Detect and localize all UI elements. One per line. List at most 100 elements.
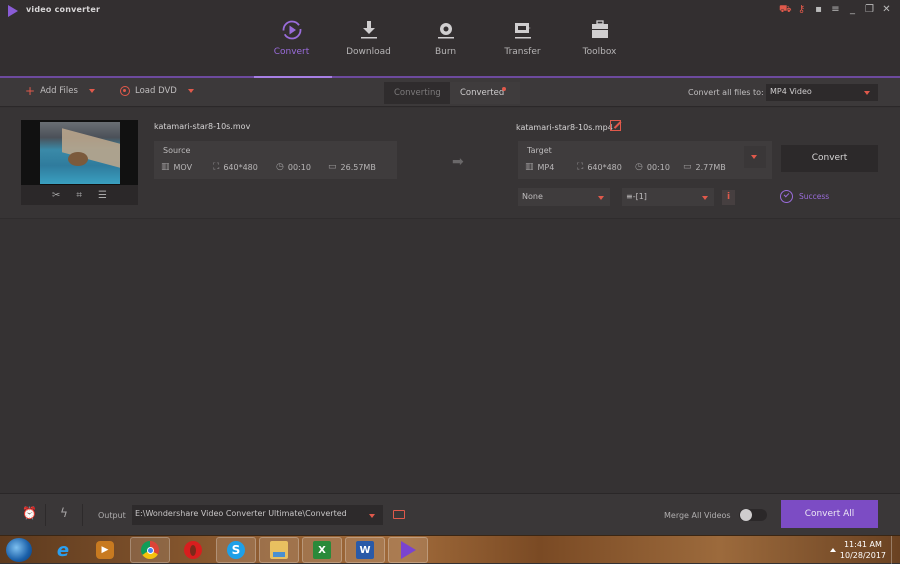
close-icon[interactable]: ✕	[881, 4, 892, 15]
clock-icon: ◷	[635, 162, 643, 172]
file-item: ✂ ⌗ ☰ katamari-star8-10s.mov Source ▥ MOV…	[0, 108, 900, 219]
audio-track-select[interactable]: ≡-[1]	[622, 188, 714, 206]
tab-transfer[interactable]: Transfer	[484, 18, 561, 57]
chevron-down-icon	[598, 196, 604, 200]
add-files-label: Add Files	[40, 86, 78, 96]
output-path-value: E:\Wondershare Video Converter Ultimate\…	[135, 509, 347, 518]
minimize-icon[interactable]: _	[847, 4, 858, 15]
burn-icon	[437, 23, 454, 39]
app-window: video converter ⛟ ⚷ ▪ ≡ _ ❐ ✕ Convert Do…	[0, 0, 900, 535]
title-bar: video converter ⛟ ⚷ ▪ ≡ _ ❐ ✕ Convert Do…	[0, 0, 900, 78]
tab-converted-label: Converted	[460, 88, 505, 98]
excel-icon[interactable]: X	[302, 537, 342, 563]
app-title: video converter	[26, 5, 101, 14]
chrome-icon[interactable]	[130, 537, 170, 563]
start-button[interactable]	[6, 538, 32, 562]
source-header: Source	[163, 146, 191, 155]
target-resolution: 640*480	[587, 162, 622, 172]
chevron-down-icon	[702, 196, 708, 200]
merge-toggle[interactable]	[739, 509, 767, 521]
target-duration: 00:10	[646, 162, 670, 172]
chevron-down-icon	[864, 91, 870, 95]
restore-icon[interactable]: ❐	[864, 4, 875, 15]
video-thumbnail[interactable]	[21, 120, 138, 185]
target-info-box[interactable]: Target ▥ MP4 ⛶ 640*480 ◷ 00:10 ▭ 2.77MB	[518, 141, 772, 179]
menu-icon[interactable]: ≡	[830, 4, 841, 15]
target-format: MP4	[537, 162, 555, 172]
output-path-select[interactable]: E:\Wondershare Video Converter Ultimate\…	[132, 505, 383, 525]
edit-filename-icon[interactable]	[610, 120, 621, 131]
show-desktop-button[interactable]	[891, 536, 900, 564]
window-controls: ⛟ ⚷ ▪ ≡ _ ❐ ✕	[779, 2, 892, 16]
source-filename: katamari-star8-10s.mov	[154, 122, 251, 131]
tab-transfer-label: Transfer	[504, 47, 541, 57]
convert-icon	[282, 20, 301, 40]
open-folder-icon[interactable]	[393, 510, 405, 519]
folder-icon: ▭	[683, 162, 692, 172]
tab-converted[interactable]: Converted	[450, 82, 520, 104]
source-size: 26.57MB	[340, 162, 376, 172]
add-files-button[interactable]: + Add Files	[25, 84, 95, 98]
cart-icon[interactable]: ⛟	[779, 4, 792, 15]
output-format-select[interactable]: MP4 Video	[766, 84, 878, 101]
subtitle-value: None	[522, 192, 543, 201]
effects-sliders-icon[interactable]: ☰	[98, 190, 107, 201]
resolution-icon: ⛶	[577, 162, 584, 172]
opera-icon[interactable]	[173, 537, 213, 563]
folder-icon: ▭	[328, 162, 337, 172]
tab-converting[interactable]: Converting	[384, 82, 450, 104]
arrow-right-icon: ➡	[452, 154, 464, 170]
thumbnail-tools: ✂ ⌗ ☰	[21, 185, 138, 205]
convert-button[interactable]: Convert	[781, 145, 878, 172]
toolbox-icon	[591, 20, 608, 38]
dvd-icon	[120, 86, 130, 96]
word-icon[interactable]: W	[345, 537, 385, 563]
tab-burn[interactable]: Burn	[407, 18, 484, 57]
show-hidden-icons-icon[interactable]	[830, 548, 836, 552]
download-icon	[360, 21, 377, 39]
taskbar: e ▶ S X W 11:41 AM 10/28/2017	[0, 535, 900, 564]
plus-icon: +	[25, 84, 36, 98]
alarm-clock-icon[interactable]: ⏰	[22, 506, 37, 520]
source-info-box: Source ▥ MOV ⛶ 640*480 ◷ 00:10 ▭ 26.57MB	[154, 141, 397, 179]
tab-toolbox[interactable]: Toolbox	[561, 18, 638, 57]
output-label: Output	[98, 511, 126, 520]
target-header: Target	[527, 146, 552, 155]
convert-all-button[interactable]: Convert All	[781, 500, 878, 528]
main-nav: Convert Download Burn Transfer Toolbox	[253, 18, 638, 57]
convert-all-to-label: Convert all files to:	[688, 88, 764, 97]
output-format-value: MP4 Video	[770, 87, 812, 96]
audio-track-value: ≡-[1]	[626, 192, 647, 201]
bottom-bar: ⏰ ϟ Output E:\Wondershare Video Converte…	[0, 493, 900, 535]
lightning-icon[interactable]: ϟ	[60, 506, 68, 520]
media-player-icon[interactable]: ▶	[85, 537, 125, 563]
tab-download[interactable]: Download	[330, 18, 407, 57]
subtitle-select[interactable]: None	[518, 188, 610, 206]
film-icon: ▥	[525, 162, 534, 172]
check-circle-icon	[780, 190, 793, 203]
internet-explorer-icon[interactable]: e	[43, 537, 83, 563]
app-logo-icon	[8, 5, 18, 17]
system-clock[interactable]: 11:41 AM 10/28/2017	[840, 539, 886, 561]
load-dvd-button[interactable]: Load DVD	[120, 86, 194, 96]
crop-icon[interactable]: ⌗	[76, 190, 82, 201]
load-dvd-label: Load DVD	[135, 86, 177, 96]
notification-dot	[502, 87, 506, 91]
chevron-down-icon[interactable]	[187, 89, 194, 93]
trim-scissors-icon[interactable]: ✂	[52, 190, 60, 201]
video-converter-taskbar-icon[interactable]	[388, 537, 428, 563]
tab-download-label: Download	[346, 47, 391, 57]
tab-burn-label: Burn	[434, 47, 457, 57]
feedback-icon[interactable]: ▪	[813, 4, 824, 15]
key-icon[interactable]: ⚷	[796, 4, 807, 15]
target-filename: katamari-star8-10s.mp4	[516, 123, 613, 132]
info-button[interactable]: i	[722, 190, 735, 205]
toolbar: + Add Files Load DVD Converting Converte…	[0, 78, 900, 107]
skype-icon[interactable]: S	[216, 537, 256, 563]
file-explorer-icon[interactable]	[259, 537, 299, 563]
target-format-dropdown[interactable]	[744, 146, 766, 168]
tab-convert[interactable]: Convert	[253, 18, 330, 57]
chevron-down-icon[interactable]	[88, 89, 95, 93]
source-format: MOV	[173, 162, 193, 172]
status-text: Success	[799, 192, 830, 201]
